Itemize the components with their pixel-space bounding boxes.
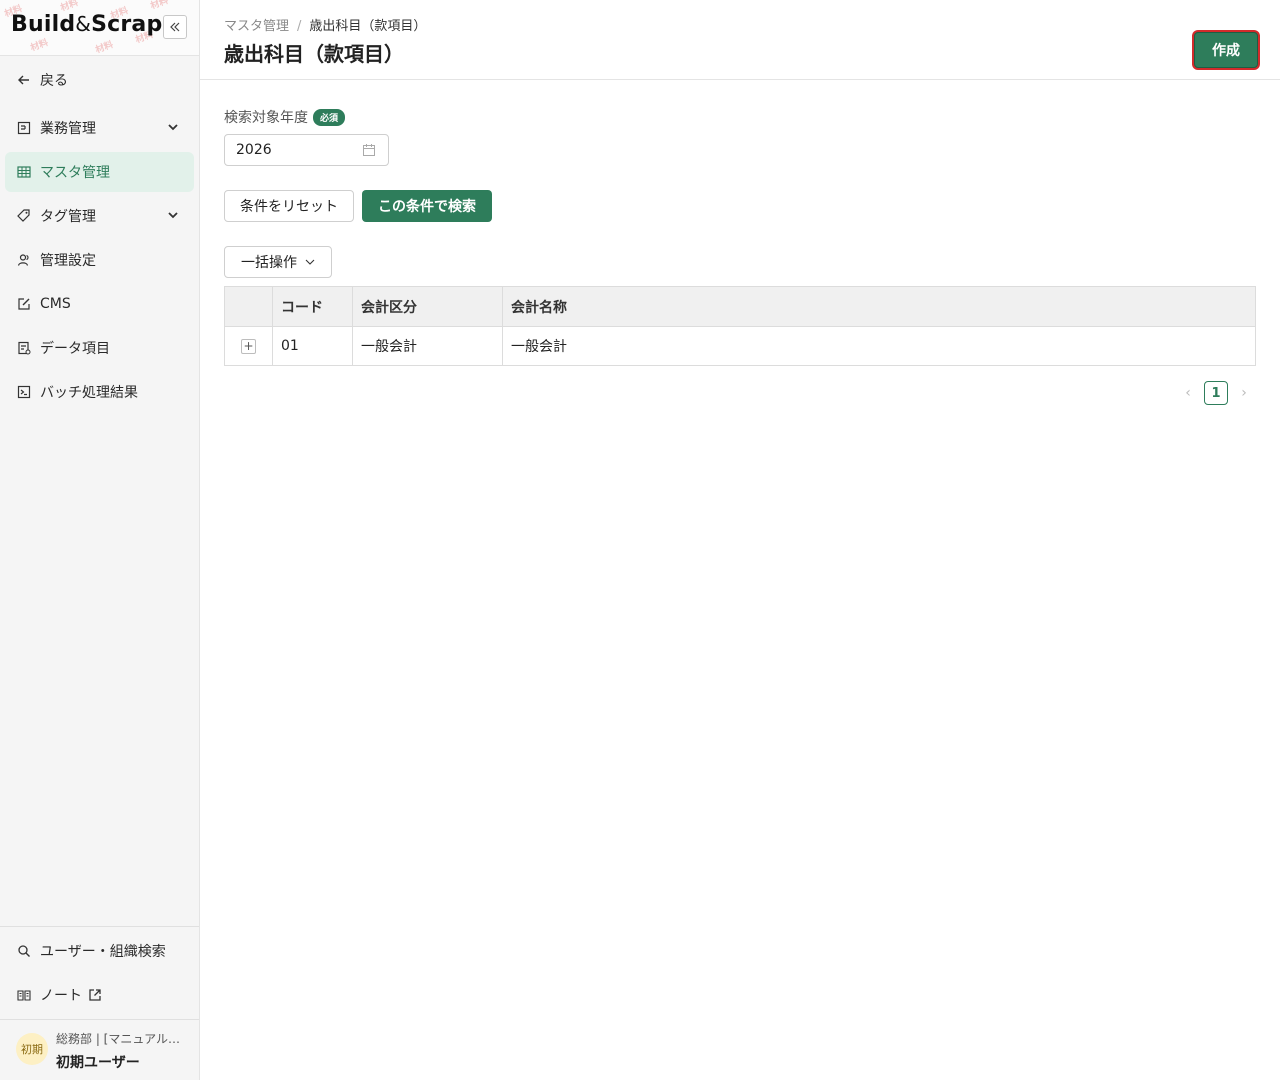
- sidebar-item-cms[interactable]: CMS: [5, 284, 194, 324]
- sidebar-item-label: 管理設定: [40, 253, 96, 269]
- watermark-text: 材料: [149, 0, 170, 12]
- reset-conditions-button[interactable]: 条件をリセット: [224, 190, 354, 222]
- expand-row-button[interactable]: +: [241, 338, 256, 354]
- chevron-down-icon: [168, 124, 178, 131]
- table-row[interactable]: + 01 一般会計 一般会計: [225, 327, 1255, 365]
- sidebar-item-data-fields[interactable]: データ項目: [5, 328, 194, 368]
- table-icon: [16, 164, 32, 180]
- sidebar-item-user-search[interactable]: ユーザー・組織検索: [5, 931, 194, 971]
- external-link-icon: [89, 989, 101, 1001]
- data-table: コード 会計区分 会計名称 + 01 一般会計 一般会計: [224, 286, 1256, 366]
- watermark-text: 材料: [94, 40, 115, 56]
- sidebar-item-label: 業務管理: [40, 121, 96, 137]
- required-badge: 必須: [313, 108, 346, 126]
- pagination-page-current[interactable]: 1: [1204, 381, 1228, 405]
- sidebar-item-label: 戻る: [40, 73, 68, 89]
- search-icon: [16, 943, 32, 959]
- sidebar-item-admin-settings[interactable]: 管理設定: [5, 240, 194, 280]
- logo-area: 材料 材料 材料 材料 材料 材料 材料 Build&Scrap: [0, 0, 199, 56]
- logo-text-scrap: Scrap: [91, 12, 163, 37]
- breadcrumb: マスタ管理 / 歳出科目（款項目）: [224, 15, 426, 34]
- table-cell-code: 01: [273, 327, 353, 365]
- table-header-expand: [225, 287, 273, 326]
- sidebar-item-label: ユーザー・組織検索: [40, 944, 166, 960]
- table-cell-expand: +: [225, 327, 273, 365]
- sidebar-item-label: マスタ管理: [40, 165, 110, 181]
- year-input[interactable]: 2026: [224, 134, 389, 166]
- breadcrumb-current: 歳出科目（款項目）: [309, 19, 427, 34]
- user-name: 初期ユーザー: [56, 1055, 140, 1071]
- table-header-code[interactable]: コード: [273, 287, 353, 326]
- sidebar-item-label: CMS: [40, 296, 71, 312]
- breadcrumb-link-master[interactable]: マスタ管理: [224, 19, 289, 34]
- table-header-name[interactable]: 会計名称: [503, 287, 1255, 326]
- sidebar-collapse-button[interactable]: [163, 15, 187, 39]
- users-icon: [16, 252, 32, 268]
- calendar-icon: [363, 144, 375, 156]
- pagination: ‹ 1 ›: [1178, 381, 1254, 405]
- sidebar-item-batch-results[interactable]: バッチ処理結果: [5, 372, 194, 412]
- bulk-actions-dropdown[interactable]: 一括操作: [224, 246, 332, 278]
- bulk-actions-label: 一括操作: [241, 255, 297, 271]
- logo-text-build: Build: [11, 12, 76, 37]
- year-field-label: 検索対象年度 必須: [224, 107, 346, 127]
- create-button[interactable]: 作成: [1194, 32, 1258, 68]
- page-header: マスタ管理 / 歳出科目（款項目） 歳出科目（款項目） 作成: [200, 0, 1280, 80]
- sidebar-item-tags[interactable]: タグ管理: [5, 196, 194, 236]
- table-cell-category: 一般会計: [353, 327, 503, 365]
- sidebar-item-business[interactable]: 業務管理: [5, 108, 194, 148]
- avatar: 初期: [16, 1033, 48, 1065]
- sidebar-item-label: タグ管理: [40, 209, 96, 225]
- sidebar-item-master[interactable]: マスタ管理: [5, 152, 194, 192]
- arrow-left-icon: [16, 72, 32, 88]
- page-title: 歳出科目（款項目）: [224, 42, 404, 66]
- table-header-category[interactable]: 会計区分: [353, 287, 503, 326]
- edit-icon: [16, 296, 32, 312]
- year-input-value: 2026: [236, 142, 272, 158]
- terminal-icon: [16, 384, 32, 400]
- year-label-text: 検索対象年度: [224, 110, 308, 126]
- sidebar-divider: [0, 926, 199, 927]
- logo-text-amp: &: [75, 12, 92, 36]
- sidebar-item-label: バッチ処理結果: [40, 385, 138, 401]
- sidebar: 材料 材料 材料 材料 材料 材料 材料 Build&Scrap 戻る 業務管理…: [0, 0, 200, 1080]
- app-logo[interactable]: Build&Scrap: [11, 12, 162, 37]
- watermark-text: 材料: [29, 38, 50, 54]
- pagination-prev-button[interactable]: ‹: [1178, 385, 1198, 401]
- table-header-row: コード 会計区分 会計名称: [225, 287, 1255, 327]
- book-icon: [16, 987, 32, 1003]
- tag-icon: [16, 208, 32, 224]
- sidebar-item-label: データ項目: [40, 341, 110, 357]
- user-menu[interactable]: 初期 総務部 | [マニュアル用] 初期ユーザー: [0, 1020, 199, 1080]
- search-button[interactable]: この条件で検索: [362, 190, 492, 222]
- sidebar-item-label: ノート: [40, 988, 82, 1004]
- form-icon: [16, 340, 32, 356]
- pagination-next-button[interactable]: ›: [1234, 385, 1254, 401]
- user-org: 総務部 | [マニュアル用]: [56, 1032, 184, 1046]
- table-cell-name: 一般会計: [511, 339, 567, 355]
- chevron-down-icon: [168, 212, 178, 219]
- breadcrumb-separator: /: [297, 19, 302, 34]
- double-chevron-left-icon: [170, 22, 180, 32]
- sidebar-item-notes[interactable]: ノート: [5, 975, 194, 1015]
- chevron-down-icon: [305, 259, 315, 265]
- document-icon: [16, 120, 32, 136]
- sidebar-item-back[interactable]: 戻る: [5, 60, 194, 100]
